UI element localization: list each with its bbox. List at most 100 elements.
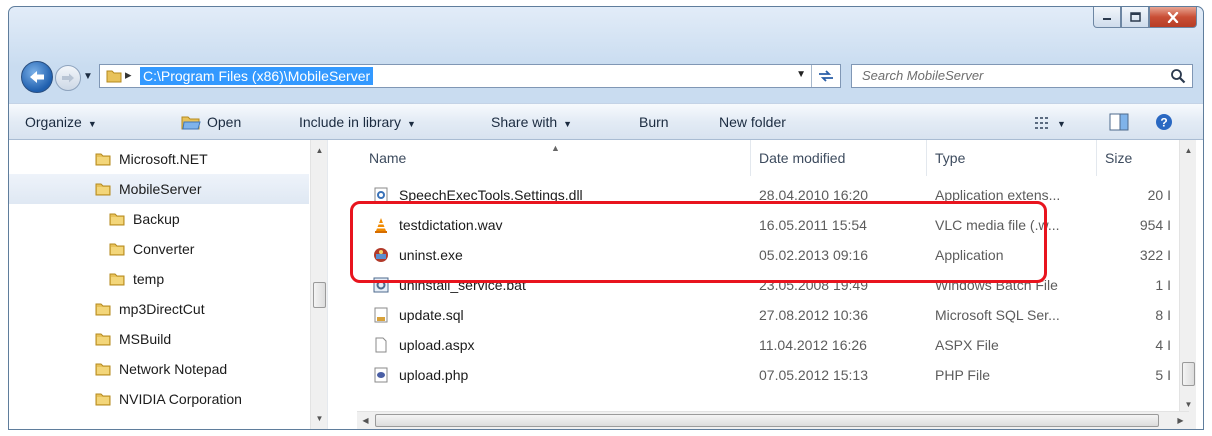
scroll-right-arrow[interactable]: ▶	[1172, 412, 1189, 429]
maximize-button[interactable]	[1121, 7, 1149, 28]
nav-item[interactable]: mp3DirectCut	[9, 294, 309, 324]
column-header-name[interactable]: Name ▲	[361, 140, 751, 176]
include-label: Include in library	[299, 114, 401, 130]
scroll-up-arrow[interactable]: ▲	[1180, 142, 1197, 159]
explorer-window: ▼ ▸ C:\Program Files (x86)\MobileServer …	[8, 6, 1204, 430]
file-date: 11.04.2012 16:26	[759, 337, 867, 353]
file-row[interactable]: upload.php 07.05.2012 15:13 PHP File 5 I	[339, 360, 1179, 390]
file-size: 8 I	[1155, 307, 1171, 323]
nav-item-label: Microsoft.NET	[119, 151, 208, 167]
nav-item[interactable]: NVIDIA Corporation	[9, 384, 309, 414]
file-row[interactable]: update.sql 27.08.2012 10:36 Microsoft SQL …	[339, 300, 1179, 330]
back-button[interactable]	[21, 61, 53, 93]
chevron-down-icon: ▼	[406, 119, 416, 129]
nav-item[interactable]: MobileServer	[9, 174, 309, 204]
close-button[interactable]	[1149, 7, 1197, 28]
horizontal-scrollbar[interactable]: ◀ ▶	[357, 411, 1189, 429]
file-type: PHP File	[935, 367, 990, 383]
file-name: SpeechExecTools.Settings.dll	[399, 187, 583, 203]
minimize-button[interactable]	[1093, 7, 1121, 28]
share-label: Share with	[491, 114, 558, 130]
nav-item-label: mp3DirectCut	[119, 301, 205, 317]
window-controls	[1093, 7, 1197, 29]
file-row[interactable]: uninst.exe 05.02.2013 09:16 Application 322…	[339, 240, 1179, 270]
search-placeholder: Search MobileServer	[862, 68, 984, 83]
breadcrumb-separator[interactable]: ▸	[125, 67, 132, 83]
scroll-thumb[interactable]	[1182, 362, 1195, 386]
forward-button[interactable]	[55, 65, 81, 91]
nav-item-label: Converter	[133, 241, 195, 257]
file-row[interactable]: testdictation.wav 16.05.2011 15:54 VLC med…	[339, 210, 1179, 240]
folder-icon	[95, 153, 111, 166]
file-date: 07.05.2012 15:13	[759, 367, 868, 383]
recent-pages-dropdown[interactable]: ▼	[83, 71, 93, 82]
change-view-button[interactable]: ▼	[1035, 104, 1066, 140]
navigation-pane: Microsoft.NET MobileServer Backup Converter…	[9, 140, 309, 429]
address-history-dropdown[interactable]: ▼	[796, 69, 806, 80]
file-row[interactable]: SpeechExecTools.Settings.dll 28.04.2010 1…	[339, 180, 1179, 210]
nav-item-label: NVIDIA Corporation	[119, 391, 242, 407]
dll-gear-icon	[374, 187, 388, 203]
folder-icon	[106, 70, 122, 83]
file-type: Microsoft SQL Ser...	[935, 307, 1060, 323]
folder-icon	[109, 243, 125, 256]
nav-item[interactable]: Network Notepad	[9, 354, 309, 384]
blank-document-icon	[375, 337, 387, 353]
pane-divider[interactable]	[327, 140, 328, 429]
include-in-library-button[interactable]: Include in library ▼	[299, 104, 416, 140]
svg-text:?: ?	[1160, 116, 1167, 130]
navigation-scrollbar[interactable]: ▲ ▼	[310, 140, 328, 429]
minimize-icon	[1103, 18, 1111, 20]
vlc-cone-icon	[375, 218, 387, 233]
scroll-up-arrow[interactable]: ▲	[311, 142, 328, 159]
address-bar[interactable]: ▸ C:\Program Files (x86)\MobileServer ▼	[99, 64, 841, 88]
address-path[interactable]: C:\Program Files (x86)\MobileServer	[140, 67, 374, 85]
close-icon	[1167, 11, 1179, 23]
scroll-down-arrow[interactable]: ▼	[311, 410, 328, 427]
file-list-scrollbar[interactable]: ▲ ▼	[1179, 140, 1196, 429]
burn-label: Burn	[639, 114, 669, 130]
maximize-icon	[1129, 12, 1141, 22]
column-header-type[interactable]: Type	[927, 140, 1097, 176]
chevron-down-icon: ▼	[87, 119, 97, 129]
burn-button[interactable]: Burn	[639, 104, 669, 140]
nav-item[interactable]: MSBuild	[9, 324, 309, 354]
nav-item[interactable]: temp	[9, 264, 309, 294]
new-folder-button[interactable]: New folder	[719, 104, 786, 140]
command-bar: Organize ▼ Open Include in library ▼ Share…	[9, 103, 1203, 140]
open-button[interactable]: Open	[207, 104, 241, 140]
scroll-left-arrow[interactable]: ◀	[357, 412, 374, 429]
file-type: ASPX File	[935, 337, 999, 353]
nav-item-label: MSBuild	[119, 331, 172, 347]
search-box[interactable]: Search MobileServer	[851, 64, 1193, 88]
file-name: uninstall_service.bat	[399, 277, 526, 293]
open-label: Open	[207, 114, 242, 130]
file-name: upload.aspx	[399, 337, 475, 353]
navigation-bar: ▼ ▸ C:\Program Files (x86)\MobileServer …	[9, 57, 1203, 97]
file-date: 23.05.2008 19:49	[759, 277, 868, 293]
file-name: upload.php	[399, 367, 469, 383]
folder-icon	[95, 303, 111, 316]
search-icon[interactable]	[1170, 68, 1186, 84]
organize-button[interactable]: Organize ▼	[25, 104, 97, 140]
file-type: Application	[935, 247, 1004, 263]
organize-label: Organize	[25, 114, 82, 130]
arrow-left-icon	[30, 71, 44, 83]
folder-icon	[95, 393, 111, 406]
column-header-size[interactable]: Size	[1097, 140, 1177, 176]
help-icon[interactable]: ?	[1155, 113, 1173, 131]
file-row[interactable]: uninstall_service.bat 23.05.2008 19:49 Win…	[339, 270, 1179, 300]
preview-pane-icon[interactable]	[1109, 113, 1129, 131]
nav-item[interactable]: Converter	[9, 234, 309, 264]
horizontal-scroll-thumb[interactable]	[375, 414, 1159, 427]
scroll-thumb[interactable]	[313, 282, 326, 308]
nav-item[interactable]: Backup	[9, 204, 309, 234]
file-type: Windows Batch File	[935, 277, 1058, 293]
nav-item[interactable]: Microsoft.NET	[9, 144, 309, 174]
column-header-date[interactable]: Date modified	[751, 140, 927, 176]
nav-item-label: Backup	[133, 211, 180, 227]
content-area: Microsoft.NET MobileServer Backup Converter…	[9, 140, 1203, 429]
file-row[interactable]: upload.aspx 11.04.2012 16:26 ASPX File 4 I	[339, 330, 1179, 360]
refresh-icon	[819, 70, 833, 82]
refresh-button[interactable]	[811, 65, 840, 87]
